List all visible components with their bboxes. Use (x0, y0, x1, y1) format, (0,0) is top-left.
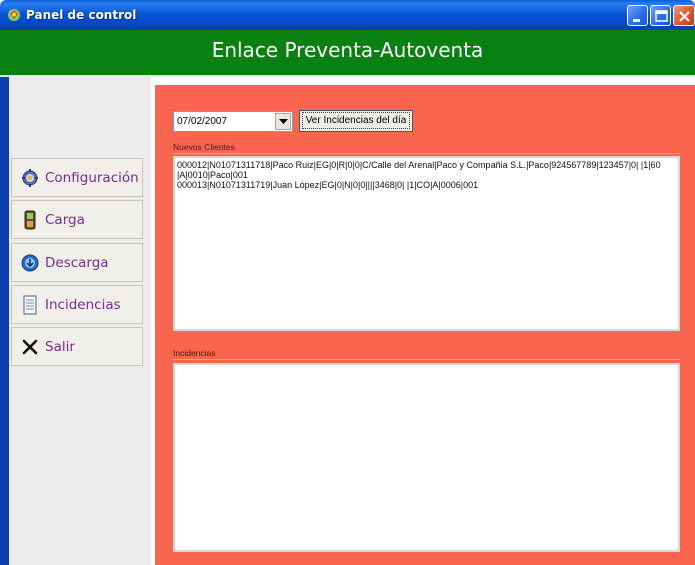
minimize-button[interactable] (627, 5, 648, 26)
close-icon (679, 11, 690, 22)
close-button[interactable] (673, 5, 695, 26)
nuevos-clientes-line: 000012|N01071311718|Paco Ruiz|EG|0|R|0|0… (177, 160, 661, 170)
globe-download-icon (21, 254, 39, 271)
sidebar-item-label: Incidencias (45, 296, 121, 313)
ver-incidencias-label: Ver Incidencias del día (301, 112, 411, 129)
nuevos-clientes-textarea[interactable]: 000012|N01071311718|Paco Ruiz|EG|0|R|0|0… (173, 156, 680, 331)
gear-icon (22, 168, 38, 187)
sidebar-item-descarga[interactable]: Descarga (11, 243, 143, 282)
ver-incidencias-button[interactable]: Ver Incidencias del día (299, 110, 413, 132)
sidebar-item-label: Configuración (45, 169, 139, 186)
date-value: 07/02/2007 (177, 116, 228, 127)
maximize-button[interactable] (650, 5, 671, 26)
document-icon (23, 295, 37, 314)
window-left-border (0, 77, 9, 565)
sidebar-item-incidencias[interactable]: Incidencias (11, 285, 143, 324)
phone-device-icon (24, 210, 36, 229)
sidebar-item-label: Carga (45, 211, 85, 228)
chevron-down-icon (279, 119, 288, 124)
incidencias-textarea[interactable] (173, 363, 680, 552)
date-dropdown-button[interactable] (275, 113, 291, 130)
sidebar-item-label: Descarga (45, 254, 109, 271)
sidebar-item-carga[interactable]: Carga (11, 200, 143, 239)
sidebar-item-configuracion[interactable]: Configuración (11, 158, 143, 197)
window-title: Panel de control (26, 8, 137, 22)
maximize-icon (655, 10, 668, 22)
close-x-icon (22, 339, 38, 354)
incidencias-divider (173, 359, 680, 360)
app-icon (8, 9, 20, 21)
nuevos-clientes-label: Nuevos Clientes (173, 142, 235, 152)
nuevos-clientes-line: 000013|N01071311719|Juan López|EG|0|N|0|… (177, 180, 479, 190)
nuevos-clientes-divider (173, 153, 680, 154)
sidebar-item-label: Salir (45, 338, 75, 355)
app-header: Enlace Preventa-Autoventa (0, 30, 695, 77)
minimize-icon (633, 19, 640, 22)
window-title-bar[interactable]: Panel de control (0, 0, 695, 30)
date-select[interactable]: 07/02/2007 (173, 111, 293, 132)
sidebar-item-salir[interactable]: Salir (11, 327, 143, 366)
app-heading: Enlace Preventa-Autoventa (211, 38, 484, 62)
incidencias-label: Incidencias (173, 348, 216, 358)
nuevos-clientes-line: |A|0010|Paco|001 (177, 170, 248, 180)
